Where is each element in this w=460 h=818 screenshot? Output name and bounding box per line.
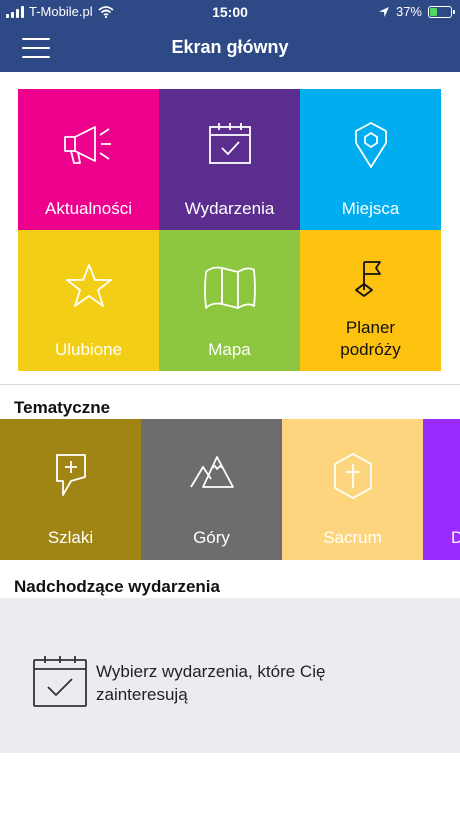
- main-tiles-grid: Aktualności Wydarzenia Miejsca Ulubione …: [18, 89, 441, 371]
- theme-label: D: [451, 528, 460, 547]
- battery-icon: [428, 5, 455, 18]
- tile-wydarzenia[interactable]: Wydarzenia: [159, 89, 300, 230]
- flag-icon: [354, 261, 381, 297]
- theme-tile-gory[interactable]: Góry: [141, 419, 282, 560]
- events-panel[interactable]: Wybierz wydarzenia, które Cię zainteresu…: [0, 598, 460, 753]
- theme-label: Góry: [193, 528, 230, 547]
- status-bar: T-Mobile.pl 15:00 37%: [0, 0, 460, 24]
- folded-map-icon: [203, 266, 256, 309]
- theme-tile-szlaki[interactable]: Szlaki: [0, 419, 141, 560]
- theme-tile-partial[interactable]: D: [423, 419, 460, 560]
- tile-label: Ulubione: [54, 340, 123, 359]
- sign-plus-icon: [55, 454, 86, 496]
- tile-label: Mapa: [208, 340, 251, 359]
- map-pin-icon: [354, 122, 387, 168]
- app-header: T-Mobile.pl 15:00 37% Ekran główny: [0, 0, 460, 72]
- location-arrow-icon: [378, 6, 389, 17]
- events-section-title: Nadchodzące wydarzenia: [14, 577, 220, 596]
- tile-label: Miejsca: [341, 199, 400, 218]
- theme-label: Szlaki: [47, 528, 94, 547]
- theme-label: Sacrum: [323, 528, 382, 547]
- star-icon: [65, 264, 112, 307]
- battery-percent: 37%: [395, 4, 422, 19]
- thematic-section-title: Tematyczne: [14, 398, 111, 417]
- mountains-icon: [189, 456, 234, 488]
- tile-label: Wydarzenia: [184, 199, 275, 218]
- tile-miejsca[interactable]: Miejsca: [300, 89, 441, 230]
- calendar-check-icon: [33, 656, 87, 707]
- megaphone-icon: [63, 126, 111, 164]
- tile-aktualnosci[interactable]: Aktualności: [18, 89, 159, 230]
- thematic-carousel[interactable]: Szlaki Góry Sacrum D: [0, 419, 460, 560]
- calendar-check-icon: [208, 123, 251, 164]
- page-title: Ekran główny: [171, 37, 289, 57]
- tile-ulubione[interactable]: Ulubione: [18, 230, 159, 371]
- cross-hexagon-icon: [333, 453, 372, 499]
- tile-label: Aktualności: [45, 199, 132, 218]
- tile-label: Planer podróży: [340, 318, 401, 359]
- section-divider: [0, 384, 460, 385]
- theme-tile-sacrum[interactable]: Sacrum: [282, 419, 423, 560]
- tile-mapa[interactable]: Mapa: [159, 230, 300, 371]
- events-message: Wybierz wydarzenia, które Cię zainteresu…: [96, 662, 326, 704]
- tile-planer-podrozy[interactable]: Planer podróży: [300, 230, 441, 371]
- navigation-bar: Ekran główny: [0, 24, 460, 72]
